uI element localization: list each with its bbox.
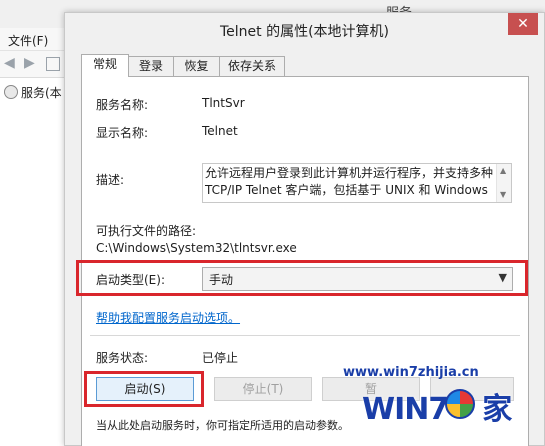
- service-name-label: 服务名称:: [96, 98, 149, 112]
- help-configure-link[interactable]: 帮助我配置服务启动选项。: [96, 309, 240, 326]
- watermark-logo-text: WIN7: [362, 392, 449, 427]
- watermark-logo: WIN7 家: [362, 384, 512, 428]
- tab-logon[interactable]: 登录: [128, 56, 174, 76]
- tree-item-services[interactable]: 服务(本: [4, 84, 62, 101]
- start-parameters-note: 当从此处启动服务时，你可指定所适用的启动参数。: [96, 419, 349, 432]
- watermark-url: www.win7zhijia.cn: [343, 365, 479, 380]
- tab-recovery[interactable]: 恢复: [173, 56, 220, 76]
- dialog-titlebar[interactable]: Telnet 的属性(本地计算机) ✕: [65, 13, 544, 46]
- background-menubar: 文件(F): [0, 28, 64, 51]
- gear-icon: [4, 85, 18, 99]
- description-text: 允许远程用户登录到此计算机并运行程序，并支持多种 TCP/IP Telnet 客…: [205, 166, 494, 197]
- exe-path-label: 可执行文件的路径:: [96, 224, 197, 238]
- close-icon: ✕: [517, 16, 529, 32]
- tab-dependencies[interactable]: 依存关系: [219, 56, 285, 76]
- dialog-title: Telnet 的属性(本地计算机): [219, 24, 390, 40]
- close-button[interactable]: ✕: [508, 13, 538, 35]
- description-scrollbar[interactable]: ▲ ▼: [496, 164, 511, 202]
- start-button-highlight: [84, 371, 204, 407]
- tab-general[interactable]: 常规: [81, 54, 129, 77]
- startup-type-highlight: [76, 260, 528, 296]
- scroll-up-icon[interactable]: ▲: [500, 166, 506, 175]
- menu-file[interactable]: 文件(F): [8, 32, 48, 49]
- console-tree-icon[interactable]: [46, 57, 60, 71]
- watermark-logo-suffix: 家: [482, 392, 512, 427]
- back-arrow-icon[interactable]: ◀: [4, 55, 20, 71]
- forward-arrow-icon[interactable]: ▶: [24, 55, 40, 71]
- background-toolbar: ◀ ▶: [0, 51, 64, 78]
- divider: [90, 335, 520, 336]
- console-tree: 服务(本: [0, 78, 65, 444]
- properties-dialog: Telnet 的属性(本地计算机) ✕ 常规 登录 恢复 依存关系 服务名称: …: [64, 12, 545, 446]
- scroll-down-icon[interactable]: ▼: [500, 190, 506, 199]
- display-name-value: Telnet: [202, 124, 238, 138]
- stop-button[interactable]: 停止(T): [214, 377, 312, 401]
- service-name-value: TlntSvr: [202, 96, 245, 110]
- tree-item-label: 服务(本: [21, 86, 62, 100]
- windows-flag-icon: [445, 389, 475, 419]
- display-name-label: 显示名称:: [96, 126, 149, 140]
- description-textbox[interactable]: 允许远程用户登录到此计算机并运行程序，并支持多种 TCP/IP Telnet 客…: [202, 163, 512, 203]
- exe-path-value: C:\Windows\System32\tlntsvr.exe: [96, 241, 297, 255]
- service-status-label: 服务状态:: [96, 351, 149, 365]
- description-label: 描述:: [96, 173, 125, 187]
- service-status-value: 已停止: [202, 351, 239, 365]
